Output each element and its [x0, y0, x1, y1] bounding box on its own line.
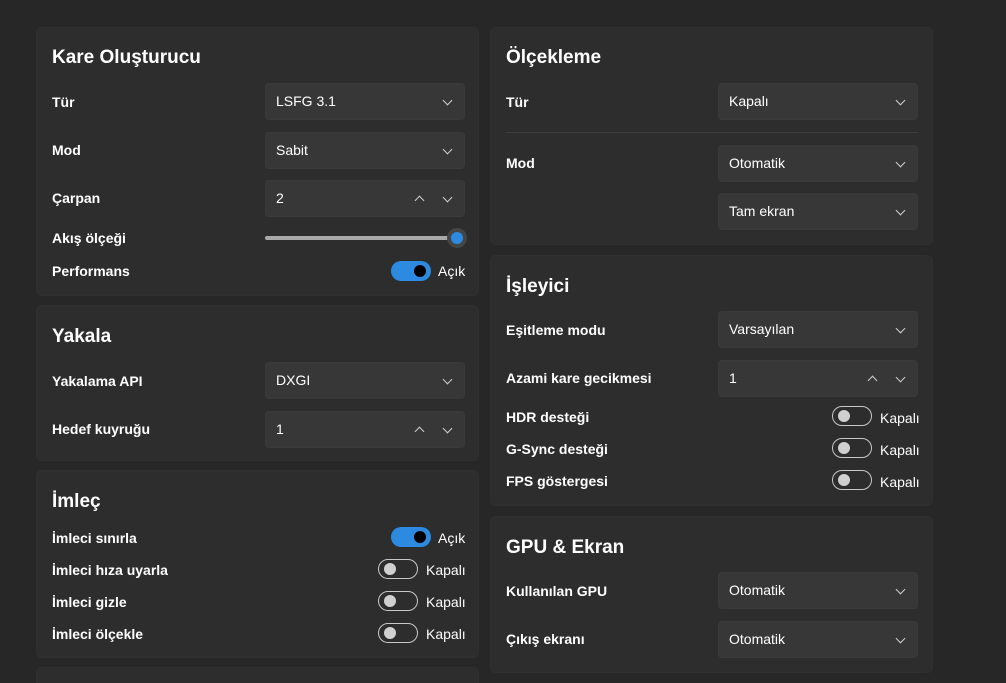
renderer-card: İşleyici Eşitleme modu Varsayılan Azami …: [490, 255, 933, 506]
chevron-down-icon: [895, 584, 906, 595]
max-frame-latency-stepper[interactable]: 1: [718, 360, 918, 397]
gsync-label: G-Sync desteği: [506, 441, 608, 457]
hdr-label: HDR desteği: [506, 409, 590, 425]
toggle-state: Kapalı: [880, 410, 920, 426]
cursor-card: İmleç İmleci sınırla Açık İmleci hıza uy…: [36, 470, 479, 658]
performance-state: Açık: [438, 263, 466, 279]
mode-dropdown[interactable]: Sabit: [265, 132, 465, 169]
chevron-up-icon[interactable]: [867, 375, 878, 386]
chevron-down-icon[interactable]: [442, 192, 453, 203]
output-display-dropdown[interactable]: Otomatik: [718, 621, 918, 658]
flow-scale-slider[interactable]: [265, 236, 457, 240]
cursor-item-label: İmleci gizle: [52, 594, 127, 610]
mode-label: Mod: [52, 142, 81, 158]
sync-mode-dropdown[interactable]: Varsayılan: [718, 311, 918, 348]
scaling-mode-label: Mod: [506, 155, 535, 171]
toggle-knob: [838, 410, 850, 422]
target-queue-label: Hedef kuyruğu: [52, 421, 151, 437]
output-display-value: Otomatik: [729, 631, 786, 647]
scaling-type-dropdown[interactable]: Kapalı: [718, 83, 918, 120]
toggle-state: Kapalı: [426, 562, 466, 578]
capture-api-value: DXGI: [276, 372, 311, 388]
scale-cursor-toggle[interactable]: [378, 623, 418, 643]
hide-cursor-toggle[interactable]: [378, 591, 418, 611]
chevron-down-icon[interactable]: [895, 372, 906, 383]
chevron-down-icon: [442, 374, 453, 385]
toggle-knob: [384, 563, 396, 575]
next-card-partial: [36, 667, 479, 683]
scaling-mode2-dropdown[interactable]: Tam ekran: [718, 193, 918, 230]
divider: [506, 132, 918, 133]
toggle-knob: [414, 265, 426, 277]
card-title: İmleç: [52, 491, 101, 512]
toggle-state: Kapalı: [426, 626, 466, 642]
type-dropdown[interactable]: LSFG 3.1: [265, 83, 465, 120]
multiplier-label: Çarpan: [52, 190, 101, 206]
output-display-label: Çıkış ekranı: [506, 631, 585, 647]
frame-generator-card: Kare Oluşturucu Tür LSFG 3.1 Mod Sabit Ç…: [36, 27, 479, 296]
capture-api-dropdown[interactable]: DXGI: [265, 362, 465, 399]
card-title: Yakala: [52, 326, 112, 347]
gpu-label: Kullanılan GPU: [506, 583, 608, 599]
toggle-knob: [384, 595, 396, 607]
cursor-item-label: İmleci hıza uyarla: [52, 562, 168, 578]
chevron-up-icon[interactable]: [414, 195, 425, 206]
gpu-value: Otomatik: [729, 582, 786, 598]
scaling-mode2-value: Tam ekran: [729, 203, 795, 219]
chevron-down-icon: [895, 323, 906, 334]
cursor-item-label: İmleci sınırla: [52, 530, 137, 546]
scaling-type-label: Tür: [506, 94, 529, 110]
target-queue-value: 1: [276, 421, 284, 437]
type-label: Tür: [52, 94, 75, 110]
card-title: Ölçekleme: [506, 47, 602, 68]
scaling-mode-dropdown[interactable]: Otomatik: [718, 145, 918, 182]
card-title: Kare Oluşturucu: [52, 47, 201, 68]
sync-mode-value: Varsayılan: [729, 321, 795, 337]
chevron-down-icon[interactable]: [442, 423, 453, 434]
chevron-down-icon: [895, 157, 906, 168]
toggle-knob: [838, 474, 850, 486]
card-title: GPU & Ekran: [506, 537, 625, 558]
gsync-toggle[interactable]: [832, 438, 872, 458]
mode-value: Sabit: [276, 142, 308, 158]
performance-label: Performans: [52, 263, 130, 279]
multiplier-stepper[interactable]: 2: [265, 180, 465, 217]
flow-scale-label: Akış ölçeği: [52, 230, 126, 246]
chevron-up-icon[interactable]: [414, 426, 425, 437]
cursor-item-label: İmleci ölçekle: [52, 626, 144, 642]
gpu-dropdown[interactable]: Otomatik: [718, 572, 918, 609]
chevron-down-icon: [895, 205, 906, 216]
chevron-down-icon: [442, 144, 453, 155]
chevron-down-icon: [895, 95, 906, 106]
toggle-knob: [384, 627, 396, 639]
sync-mode-label: Eşitleme modu: [506, 322, 606, 338]
scaling-type-value: Kapalı: [729, 93, 769, 109]
adjust-cursor-speed-toggle[interactable]: [378, 559, 418, 579]
toggle-state: Kapalı: [880, 474, 920, 490]
fps-indicator-label: FPS göstergesi: [506, 473, 608, 489]
toggle-state: Açık: [438, 530, 466, 546]
scaling-mode-value: Otomatik: [729, 155, 786, 171]
capture-card: Yakala Yakalama API DXGI Hedef kuyruğu 1: [36, 305, 479, 461]
confine-cursor-toggle[interactable]: [391, 527, 431, 547]
max-frame-latency-value: 1: [729, 370, 737, 386]
type-value: LSFG 3.1: [276, 93, 336, 109]
hdr-toggle[interactable]: [832, 406, 872, 426]
chevron-down-icon: [895, 633, 906, 644]
toggle-knob: [414, 531, 426, 543]
scaling-card: Ölçekleme Tür Kapalı Mod Otomatik Tam ek…: [490, 27, 933, 245]
flow-scale-slider-thumb[interactable]: [447, 228, 467, 248]
target-queue-stepper[interactable]: 1: [265, 411, 465, 448]
card-title: İşleyici: [506, 276, 570, 297]
max-frame-latency-label: Azami kare gecikmesi: [506, 370, 652, 386]
chevron-down-icon: [442, 95, 453, 106]
performance-toggle[interactable]: [391, 261, 431, 281]
toggle-knob: [838, 442, 850, 454]
capture-api-label: Yakalama API: [52, 373, 143, 389]
multiplier-value: 2: [276, 190, 284, 206]
toggle-state: Kapalı: [880, 442, 920, 458]
fps-indicator-toggle[interactable]: [832, 470, 872, 490]
toggle-state: Kapalı: [426, 594, 466, 610]
gpu-display-card: GPU & Ekran Kullanılan GPU Otomatik Çıkı…: [490, 516, 933, 673]
